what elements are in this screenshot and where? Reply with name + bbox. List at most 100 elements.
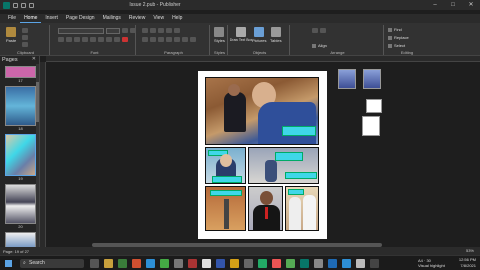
tab-insert[interactable]: Insert: [41, 14, 62, 23]
tab-view[interactable]: View: [149, 14, 168, 23]
comic-panel-bottom-right[interactable]: [285, 186, 319, 231]
zoom-level[interactable]: 53%: [466, 247, 474, 255]
taskbar-app-icon-13[interactable]: [272, 259, 281, 268]
document-canvas[interactable]: [46, 62, 480, 240]
taskbar-app-icon-2[interactable]: [118, 259, 127, 268]
highlight-icon[interactable]: [114, 37, 120, 42]
scratch-image-1[interactable]: [338, 69, 356, 89]
cut-icon[interactable]: [22, 28, 28, 33]
align-left-icon[interactable]: [142, 37, 148, 42]
numbering-icon[interactable]: [150, 28, 156, 33]
page-thumb-17[interactable]: 17: [5, 66, 36, 83]
font-name-box[interactable]: [58, 28, 104, 34]
justify-icon[interactable]: [166, 37, 172, 42]
scratch-image-2[interactable]: [363, 69, 381, 89]
page-thumb-18[interactable]: 18: [5, 86, 36, 131]
align-center-icon[interactable]: [150, 37, 156, 42]
tab-file[interactable]: File: [4, 14, 20, 23]
tab-home[interactable]: Home: [20, 14, 42, 23]
taskbar-app-icon-8[interactable]: [202, 259, 211, 268]
close-icon[interactable]: ✕: [462, 0, 480, 10]
taskbar-app-icon-9[interactable]: [216, 259, 225, 268]
send-backward-icon[interactable]: [320, 28, 326, 33]
tab-mailings[interactable]: Mailings: [99, 14, 125, 23]
italic-icon[interactable]: [66, 37, 72, 42]
shrink-font-icon[interactable]: [130, 28, 136, 33]
windows-start-icon[interactable]: [5, 260, 12, 267]
tab-help[interactable]: Help: [168, 14, 186, 23]
pictures-button[interactable]: Pictures: [252, 27, 266, 43]
taskbar-app-icon-20[interactable]: [370, 259, 379, 268]
underline-icon[interactable]: [74, 37, 80, 42]
scratch-white-box-1[interactable]: [366, 99, 382, 113]
taskbar-app-icon-1[interactable]: [104, 259, 113, 268]
select-button[interactable]: Select: [388, 43, 405, 48]
line-spacing-icon[interactable]: [182, 37, 188, 42]
bold-icon[interactable]: [58, 37, 64, 42]
task-view-icon[interactable]: [90, 259, 99, 268]
font-size-box[interactable]: [106, 28, 120, 34]
caption-box-middle-right-bottom[interactable]: [285, 172, 317, 179]
comic-page[interactable]: [198, 71, 327, 239]
taskbar-app-icon-16[interactable]: [314, 259, 323, 268]
taskbar-app-icon-12[interactable]: [258, 259, 267, 268]
page-indicator[interactable]: Page: 19 of 27: [3, 249, 29, 254]
increase-indent-icon[interactable]: [166, 28, 172, 33]
taskbar-app-icon-19[interactable]: [356, 259, 365, 268]
save-icon[interactable]: [13, 2, 18, 8]
align-button[interactable]: Align: [312, 43, 327, 48]
taskbar-search-box[interactable]: ⌕ Search: [20, 259, 84, 268]
page-thumb-19[interactable]: 19: [5, 134, 36, 181]
caption-box-middle-left-bottom[interactable]: [212, 176, 242, 183]
change-case-icon[interactable]: [106, 37, 112, 42]
caption-box-middle-right[interactable]: [275, 152, 303, 161]
grow-font-icon[interactable]: [122, 28, 128, 33]
tab-review[interactable]: Review: [125, 14, 149, 23]
bring-forward-icon[interactable]: [312, 28, 318, 33]
font-color-icon[interactable]: [122, 37, 128, 42]
publisher-taskbar-icon[interactable]: [300, 259, 309, 268]
pages-scroll-thumb[interactable]: [36, 82, 39, 122]
caption-box-bottom-right[interactable]: [288, 189, 304, 195]
comic-panel-bottom-middle[interactable]: [248, 186, 283, 231]
copy-icon[interactable]: [22, 35, 28, 40]
strikethrough-icon[interactable]: [82, 37, 88, 42]
draw-text-box-button[interactable]: Draw Text Box: [230, 27, 252, 42]
paragraph-marks-icon[interactable]: [174, 28, 180, 33]
comic-panel-bottom-left[interactable]: [205, 186, 246, 231]
caption-box-top[interactable]: [282, 126, 316, 136]
tab-page-design[interactable]: Page Design: [62, 14, 99, 23]
tables-button[interactable]: Tables: [270, 27, 282, 43]
minimize-icon[interactable]: –: [426, 0, 444, 10]
styles-button[interactable]: Styles: [214, 27, 225, 43]
pages-pane-close-icon[interactable]: ✕: [32, 56, 36, 62]
scratch-white-box-2[interactable]: [362, 116, 380, 136]
taskbar-app-icon-17[interactable]: [328, 259, 337, 268]
find-button[interactable]: Find: [388, 27, 402, 32]
comic-panel-top[interactable]: [205, 77, 319, 145]
page-thumb-20[interactable]: 20: [5, 184, 36, 229]
pages-scrollbar[interactable]: [36, 64, 39, 250]
bullets-icon[interactable]: [142, 28, 148, 33]
taskbar-app-icon-6[interactable]: [174, 259, 183, 268]
maximize-icon[interactable]: □: [444, 0, 462, 10]
superscript-icon[interactable]: [98, 37, 104, 42]
comic-panel-middle-left[interactable]: [205, 147, 246, 184]
caption-box-bottom-left[interactable]: [210, 190, 242, 196]
comic-panel-middle-right[interactable]: [248, 147, 319, 184]
taskbar-app-icon-4[interactable]: [146, 259, 155, 268]
system-clock[interactable]: 12:56 PM 7/8/2021: [459, 257, 476, 269]
replace-button[interactable]: Replace: [388, 35, 409, 40]
format-painter-icon[interactable]: [22, 42, 28, 47]
decrease-indent-icon[interactable]: [158, 28, 164, 33]
align-right-icon[interactable]: [158, 37, 164, 42]
taskbar-app-icon-14[interactable]: [286, 259, 295, 268]
weather-widget[interactable]: A4 · 30 Visual highlight: [418, 258, 445, 268]
distribute-icon[interactable]: [174, 37, 180, 42]
subscript-icon[interactable]: [90, 37, 96, 42]
taskbar-app-icon-7[interactable]: [188, 259, 197, 268]
taskbar-app-icon-5[interactable]: [160, 259, 169, 268]
taskbar-app-icon-3[interactable]: [132, 259, 141, 268]
taskbar-app-icon-10[interactable]: [230, 259, 239, 268]
taskbar-app-icon-11[interactable]: [244, 259, 253, 268]
